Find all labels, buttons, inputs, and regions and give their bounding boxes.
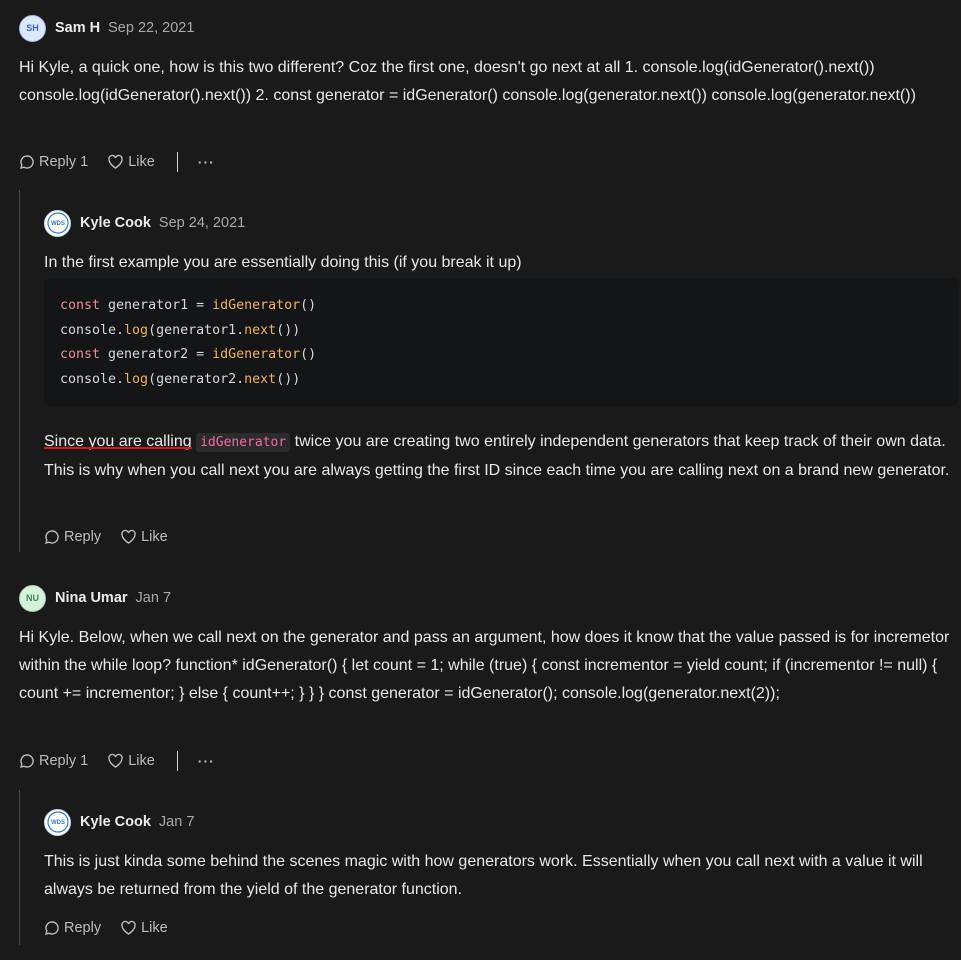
code-line: const generator1 = idGenerator()	[60, 298, 317, 313]
comment-date: Jan 7	[158, 814, 195, 830]
comment-date: Jan 7	[135, 590, 172, 606]
code-line: console.log(generator1.next())	[60, 322, 301, 338]
like-button[interactable]: Like	[107, 154, 155, 170]
like-label: Like	[141, 529, 168, 545]
author-name[interactable]: Kyle Cook	[80, 814, 151, 830]
reply-count: 1	[80, 753, 89, 769]
svg-text:WDS: WDS	[51, 221, 65, 227]
author-name[interactable]: Kyle Cook	[80, 215, 151, 231]
thread-line	[19, 190, 20, 552]
heart-icon	[108, 154, 123, 169]
reply-intro-text: In the first example you are essentially…	[44, 254, 522, 271]
thread-line	[19, 790, 20, 945]
more-options-button[interactable]: ···	[198, 753, 215, 769]
like-label: Like	[128, 154, 155, 170]
code-line: console.log(generator2.next())	[60, 371, 301, 387]
reply-text: Since you are calling idGenerator twice …	[44, 433, 950, 479]
reply-button[interactable]: Reply	[44, 529, 101, 545]
like-button[interactable]: Like	[120, 920, 168, 936]
author-name[interactable]: Nina Umar	[55, 590, 128, 606]
divider	[176, 152, 178, 172]
comment-actions: Reply 1 Like ···	[19, 749, 215, 773]
reply-button[interactable]: Reply 1	[19, 154, 88, 170]
code-block: const generator1 = idGenerator() console…	[44, 278, 958, 406]
svg-text:WDS: WDS	[51, 820, 65, 826]
avatar[interactable]: NU	[19, 584, 46, 612]
comment-text: Hi Kyle. Below, when we call next on the…	[19, 629, 950, 702]
reply-label: Reply	[39, 154, 77, 170]
reply-icon	[20, 155, 34, 169]
like-button[interactable]: Like	[107, 753, 155, 769]
inline-code: idGenerator	[196, 433, 291, 452]
comment-author-row: NU Nina Umar Jan 7	[19, 584, 171, 612]
comment-actions: Reply 1 Like ···	[19, 150, 215, 174]
reply-label: Reply	[64, 920, 102, 936]
avatar[interactable]: WDS	[44, 808, 71, 836]
reply-count: 1	[80, 154, 89, 170]
like-button[interactable]: Like	[120, 529, 168, 545]
comment-date: Sep 24, 2021	[158, 215, 246, 231]
more-options-button[interactable]: ···	[198, 154, 215, 170]
like-label: Like	[141, 920, 168, 936]
heart-icon	[108, 753, 123, 768]
reply-label: Reply	[39, 753, 77, 769]
reply-actions: Reply Like	[44, 916, 168, 940]
heart-icon	[121, 920, 136, 935]
reply-button[interactable]: Reply	[44, 920, 101, 936]
reply-text: This is just kinda some behind the scene…	[44, 853, 923, 898]
reply-actions: Reply Like	[44, 525, 168, 549]
heart-icon	[121, 529, 136, 544]
reply-icon	[45, 921, 59, 935]
reply-icon	[20, 754, 34, 768]
reply-button[interactable]: Reply 1	[19, 753, 88, 769]
avatar[interactable]: WDS	[44, 209, 71, 237]
code-line: const generator2 = idGenerator()	[60, 347, 317, 362]
wds-logo-icon: WDS	[46, 212, 69, 234]
avatar[interactable]: SH	[19, 14, 46, 42]
wds-logo-icon: WDS	[46, 811, 69, 833]
reply-label: Reply	[64, 529, 102, 545]
author-name[interactable]: Sam H	[55, 20, 100, 36]
comment-date: Sep 22, 2021	[108, 20, 195, 36]
reply-icon	[45, 530, 59, 544]
reply-author-row: WDS Kyle Cook Sep 24, 2021	[44, 209, 245, 237]
comment-text: Hi Kyle, a quick one, how is this two di…	[19, 59, 916, 104]
divider	[176, 751, 178, 771]
like-label: Like	[128, 753, 155, 769]
comment-author-row: SH Sam H Sep 22, 2021	[19, 14, 194, 42]
reply-author-row: WDS Kyle Cook Jan 7	[44, 808, 194, 836]
